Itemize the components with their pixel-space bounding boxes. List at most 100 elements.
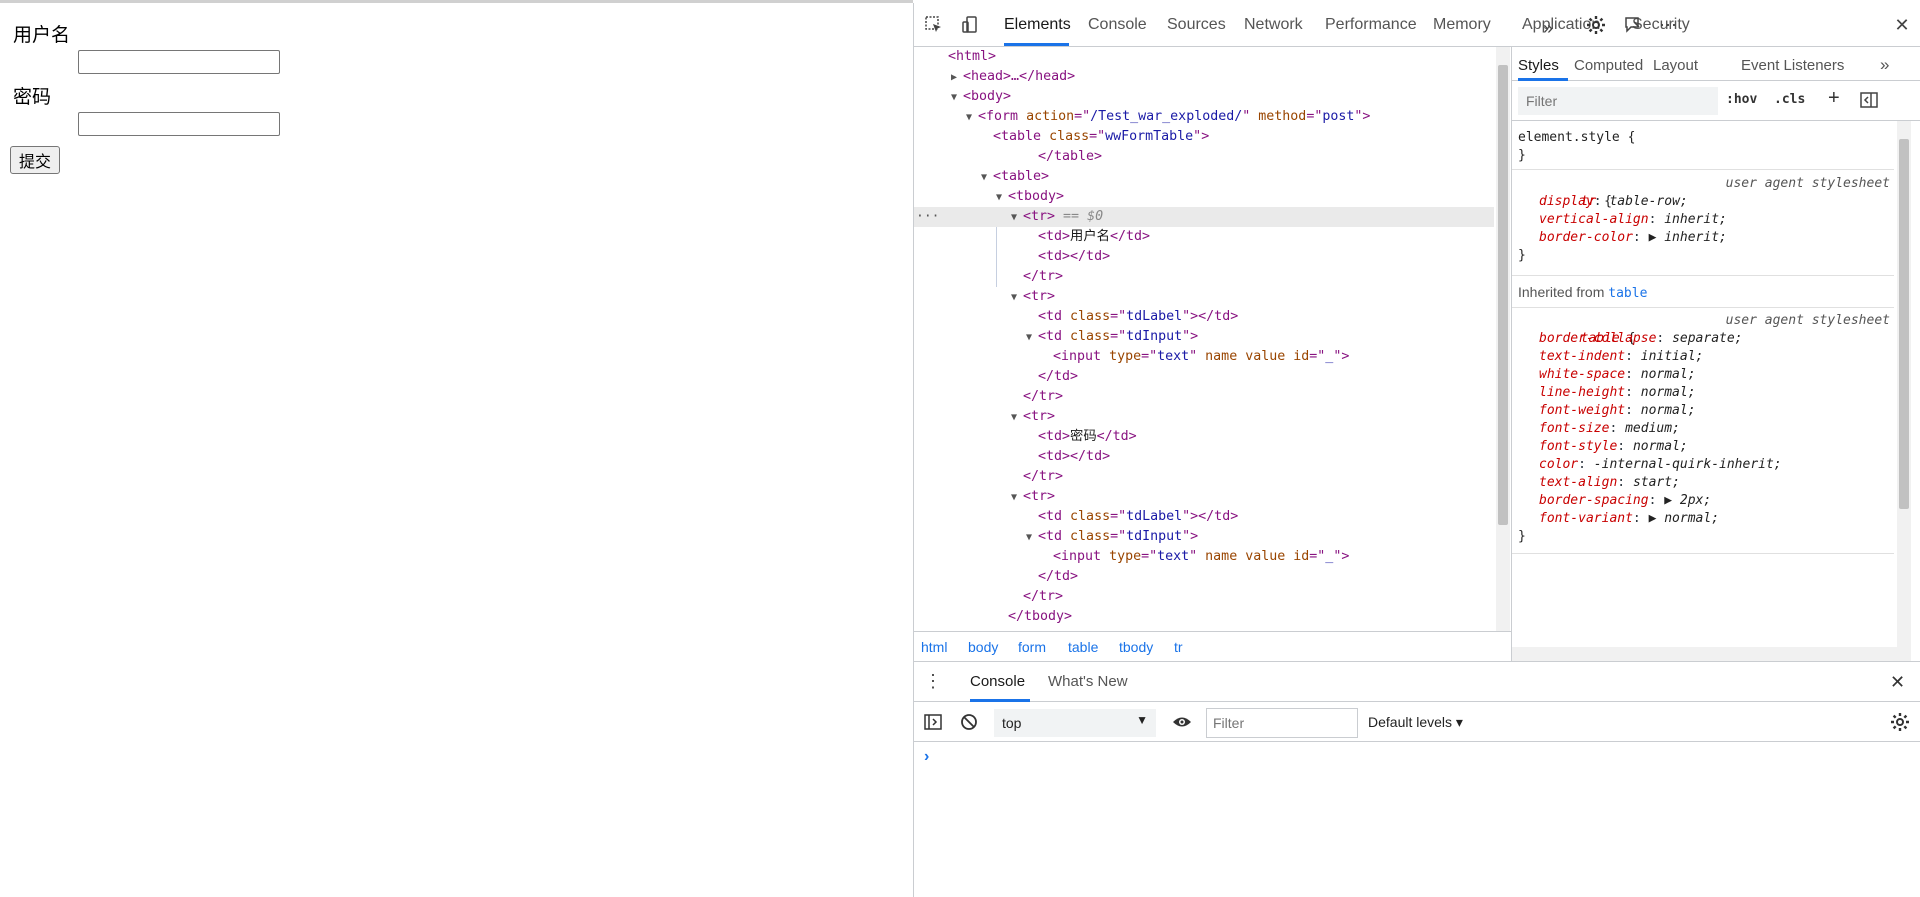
css-value[interactable]: -internal-quirk-inherit; bbox=[1594, 457, 1782, 472]
dom-node[interactable]: </tr> bbox=[1011, 467, 1063, 487]
clear-console-icon[interactable] bbox=[960, 713, 978, 736]
expand-triangle-icon[interactable]: ▶ bbox=[951, 68, 963, 88]
node-actions-icon[interactable]: ··· bbox=[916, 207, 939, 227]
element-style-selector[interactable]: element.style { bbox=[1518, 130, 1635, 145]
more-options-icon[interactable]: ⋯ bbox=[1656, 13, 1680, 37]
css-property[interactable]: font-variant bbox=[1539, 511, 1633, 526]
collapse-triangle-icon[interactable]: ▼ bbox=[996, 188, 1008, 208]
styles-horizontal-scrollbar[interactable] bbox=[1512, 647, 1897, 661]
close-devtools-icon[interactable]: ✕ bbox=[1890, 13, 1914, 37]
cls-toggle[interactable]: .cls bbox=[1774, 92, 1805, 107]
dom-node[interactable]: ▼ <tr> bbox=[1011, 287, 1055, 307]
dom-node[interactable]: ▼ <tbody> bbox=[996, 187, 1064, 207]
collapse-triangle-icon[interactable]: ▼ bbox=[1026, 328, 1038, 348]
new-rule-icon[interactable]: + bbox=[1828, 87, 1840, 110]
dom-node[interactable]: <td>用户名</td> bbox=[1026, 227, 1150, 247]
css-property[interactable]: font-style bbox=[1539, 439, 1617, 454]
drawer-tab-what-s-new[interactable]: What's New bbox=[1048, 673, 1128, 690]
css-declaration[interactable]: font-size: medium; bbox=[1512, 420, 1894, 438]
css-value[interactable]: normal; bbox=[1641, 385, 1696, 400]
settings-gear-icon[interactable] bbox=[1584, 13, 1608, 37]
collapse-triangle-icon[interactable]: ▼ bbox=[981, 168, 993, 188]
username-input[interactable] bbox=[78, 50, 280, 74]
tab-console[interactable]: Console bbox=[1088, 16, 1147, 34]
dom-node[interactable]: ▼ <table> bbox=[981, 167, 1049, 187]
dom-node[interactable]: <table class="wwFormTable"> bbox=[981, 127, 1209, 147]
breadcrumb-tbody[interactable]: tbody bbox=[1119, 639, 1153, 655]
css-property[interactable]: display bbox=[1539, 194, 1594, 209]
tab-performance[interactable]: Performance bbox=[1325, 16, 1417, 34]
collapse-triangle-icon[interactable]: ▼ bbox=[1011, 288, 1023, 308]
toggle-sidebar-icon[interactable] bbox=[1860, 91, 1878, 114]
css-value[interactable]: inherit; bbox=[1664, 212, 1727, 227]
css-value[interactable]: table-row; bbox=[1609, 194, 1687, 209]
styles-tab-layout[interactable]: Layout bbox=[1653, 57, 1698, 74]
hov-toggle[interactable]: :hov bbox=[1726, 92, 1757, 107]
css-value[interactable]: initial; bbox=[1641, 349, 1704, 364]
css-declaration[interactable]: vertical-align: inherit; bbox=[1512, 211, 1894, 229]
breadcrumb-html[interactable]: html bbox=[921, 639, 947, 655]
css-declaration[interactable]: line-height: normal; bbox=[1512, 384, 1894, 402]
css-property[interactable]: white-space bbox=[1539, 367, 1625, 382]
tab-memory[interactable]: Memory bbox=[1433, 16, 1491, 34]
css-declaration[interactable]: white-space: normal; bbox=[1512, 366, 1894, 384]
dom-node[interactable]: ▼ <td class="tdInput"> bbox=[1026, 527, 1198, 547]
tab-sources[interactable]: Sources bbox=[1167, 16, 1226, 34]
dom-node[interactable]: ▶ <head>…</head> bbox=[951, 67, 1075, 87]
dom-node[interactable]: <html> bbox=[936, 47, 996, 67]
console-settings-gear-icon[interactable] bbox=[1890, 712, 1910, 737]
dom-node[interactable]: ▼ <tr> bbox=[1011, 407, 1055, 427]
css-value[interactable]: ▶ 2px; bbox=[1664, 493, 1711, 508]
inspect-element-icon[interactable] bbox=[922, 13, 946, 37]
css-value[interactable]: normal; bbox=[1641, 367, 1696, 382]
submit-button[interactable]: 提交 bbox=[10, 146, 61, 174]
css-declaration[interactable]: text-indent: initial; bbox=[1512, 348, 1894, 366]
css-declaration[interactable]: text-align: start; bbox=[1512, 474, 1894, 492]
css-value[interactable]: medium; bbox=[1625, 421, 1680, 436]
tab-elements[interactable]: Elements bbox=[1004, 16, 1071, 34]
collapse-triangle-icon[interactable]: ▼ bbox=[1026, 528, 1038, 548]
dom-node[interactable]: </table> bbox=[1026, 147, 1102, 167]
dom-node[interactable]: </tr> bbox=[1011, 587, 1063, 607]
collapse-triangle-icon[interactable]: ▼ bbox=[1011, 488, 1023, 508]
dom-node[interactable]: ▼ <form action="/Test_war_exploded/" meth… bbox=[966, 107, 1370, 127]
css-property[interactable]: border-color bbox=[1539, 230, 1633, 245]
console-filter-input[interactable] bbox=[1206, 708, 1358, 738]
dom-node[interactable]: </tr> bbox=[1011, 267, 1063, 287]
styles-scrollbar[interactable] bbox=[1897, 121, 1911, 661]
css-property[interactable]: text-indent bbox=[1539, 349, 1625, 364]
breadcrumb-body[interactable]: body bbox=[968, 639, 998, 655]
close-drawer-icon[interactable]: ✕ bbox=[1890, 672, 1905, 693]
password-input[interactable] bbox=[78, 112, 280, 136]
dom-node[interactable]: <td></td> bbox=[1026, 247, 1110, 267]
dom-node[interactable]: </tr> bbox=[1011, 387, 1063, 407]
breadcrumb-tr[interactable]: tr bbox=[1174, 639, 1183, 655]
dom-node[interactable]: ▼ <td class="tdInput"> bbox=[1026, 327, 1198, 347]
css-value[interactable]: start; bbox=[1633, 475, 1680, 490]
styles-filter-input[interactable] bbox=[1518, 87, 1718, 115]
dom-node[interactable]: <td>密码</td> bbox=[1026, 427, 1137, 447]
dom-node[interactable]: <input type="text" name value id="_"> bbox=[1041, 547, 1349, 567]
styles-tab-computed[interactable]: Computed bbox=[1574, 57, 1643, 74]
styles-more-tabs-icon[interactable]: » bbox=[1880, 55, 1889, 75]
css-property[interactable]: text-align bbox=[1539, 475, 1617, 490]
breadcrumb-table[interactable]: table bbox=[1068, 639, 1098, 655]
log-levels-dropdown[interactable]: Default levels ▾ bbox=[1368, 714, 1463, 731]
breadcrumb-form[interactable]: form bbox=[1018, 639, 1046, 655]
css-declaration[interactable]: font-variant: ▶ normal; bbox=[1512, 510, 1894, 528]
dom-node[interactable]: <td class="tdLabel"></td> bbox=[1026, 507, 1238, 527]
css-value[interactable]: separate; bbox=[1672, 331, 1742, 346]
css-property[interactable]: border-spacing bbox=[1539, 493, 1649, 508]
css-declaration[interactable]: font-weight: normal; bbox=[1512, 402, 1894, 420]
dom-node[interactable]: ▼ <body> bbox=[951, 87, 1011, 107]
css-property[interactable]: color bbox=[1539, 457, 1578, 472]
feedback-icon[interactable] bbox=[1620, 13, 1644, 37]
dom-node[interactable]: ▼ <tr> bbox=[1011, 487, 1055, 507]
css-property[interactable]: line-height bbox=[1539, 385, 1625, 400]
css-declaration[interactable]: border-spacing: ▶ 2px; bbox=[1512, 492, 1894, 510]
tab-network[interactable]: Network bbox=[1244, 16, 1303, 34]
dom-scrollbar-thumb[interactable] bbox=[1498, 65, 1508, 525]
css-value[interactable]: ▶ inherit; bbox=[1649, 230, 1727, 245]
dom-node[interactable]: </td> bbox=[1026, 567, 1078, 587]
dom-node[interactable]: </td> bbox=[1026, 367, 1078, 387]
